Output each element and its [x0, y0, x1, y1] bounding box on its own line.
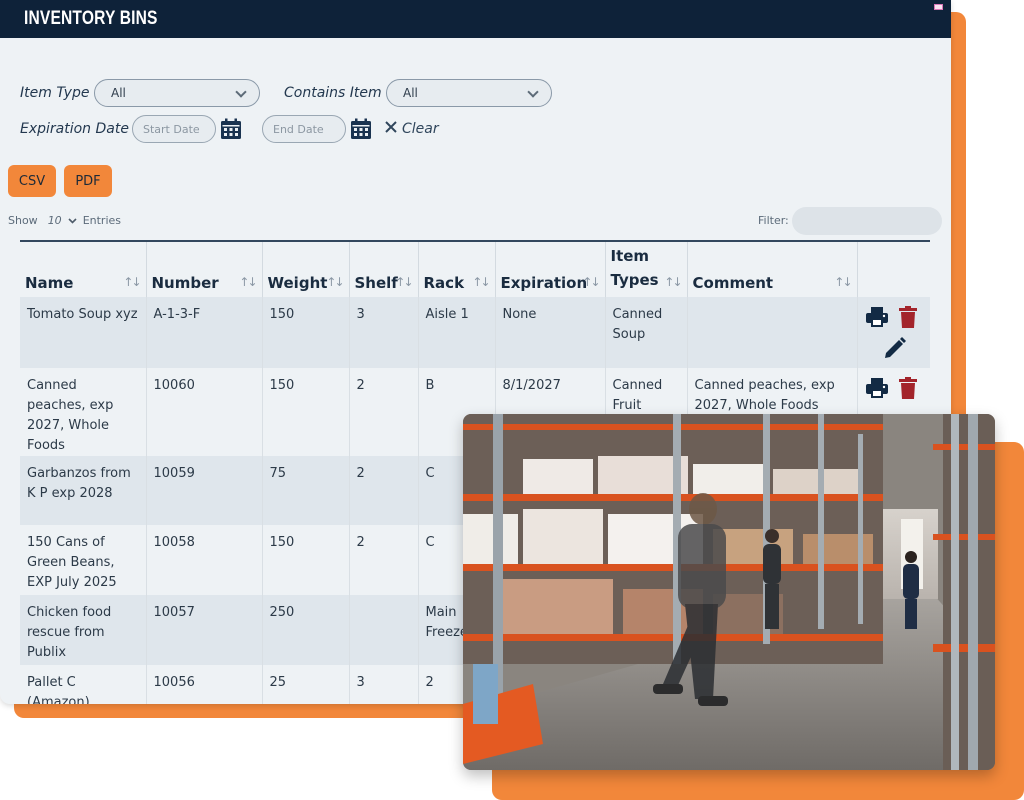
column-header-name[interactable]: Name ↑↓ — [20, 242, 147, 297]
column-header-number[interactable]: Number ↑↓ — [146, 242, 263, 297]
sort-icon: ↑↓ — [123, 275, 141, 289]
sort-icon: ↑↓ — [834, 275, 852, 289]
sort-icon: ↑↓ — [326, 275, 344, 289]
sort-icon: ↑↓ — [472, 275, 490, 289]
end-date-input[interactable]: End Date — [262, 115, 346, 143]
trash-icon[interactable] — [898, 306, 917, 335]
item-type-value: All — [111, 86, 126, 100]
sort-icon: ↑↓ — [239, 275, 257, 289]
clear-button[interactable]: Clear — [384, 120, 439, 138]
warehouse-photo — [463, 414, 995, 770]
cell-weight: 150 — [262, 368, 350, 456]
column-header-expiration[interactable]: Expiration ↑↓ — [495, 242, 606, 297]
cell-shelf: 2 — [349, 456, 419, 525]
csv-button[interactable]: CSV — [8, 165, 56, 197]
contains-item-value: All — [403, 86, 418, 100]
window-title: INVENTORY BINS — [24, 8, 158, 29]
cell-shelf: 3 — [349, 297, 419, 368]
chevron-down-icon — [527, 86, 539, 98]
cell-name: Pallet C (Amazon) — [20, 665, 147, 704]
column-header-actions — [857, 242, 930, 297]
column-header-rack[interactable]: Rack ↑↓ — [418, 242, 496, 297]
stage: INVENTORY BINS Item Type All Contains It… — [0, 0, 1024, 800]
cell-name: Garbanzos from K P exp 2028 — [20, 456, 147, 525]
calendar-icon[interactable] — [220, 118, 242, 140]
trash-icon[interactable] — [898, 377, 917, 406]
sort-icon: ↑↓ — [395, 275, 413, 289]
table-header-row: Name ↑↓ Number ↑↓ Weight ↑↓ Shelf ↑↓ Rack ↑↓ … — [20, 242, 930, 297]
cell-shelf: 3 — [349, 665, 419, 704]
cell-name: Chicken food rescue from Publix — [20, 595, 147, 665]
item-type-select[interactable]: All — [94, 79, 260, 107]
cell-rack: Aisle 1 — [418, 297, 496, 368]
start-date-input[interactable]: Start Date — [132, 115, 216, 143]
start-date-placeholder: Start Date — [143, 122, 200, 136]
cell-name: Tomato Soup xyz — [20, 297, 147, 368]
column-header-shelf[interactable]: Shelf ↑↓ — [349, 242, 419, 297]
cell-comment — [687, 297, 858, 368]
minimize-icon[interactable] — [934, 4, 943, 10]
chevron-down-icon[interactable] — [68, 214, 77, 227]
cell-weight: 150 — [262, 297, 350, 368]
pdf-button[interactable]: PDF — [64, 165, 112, 197]
cell-number: 10056 — [146, 665, 263, 704]
cell-number: 10059 — [146, 456, 263, 525]
title-bar: INVENTORY BINS — [0, 0, 951, 38]
cell-weight: 25 — [262, 665, 350, 704]
cell-name: 150 Cans of Green Beans, EXP July 2025 — [20, 525, 147, 595]
cell-shelf — [349, 595, 419, 665]
close-icon — [384, 120, 398, 138]
cell-weight: 75 — [262, 456, 350, 525]
print-icon[interactable] — [865, 378, 888, 405]
cell-number: 10057 — [146, 595, 263, 665]
cell-shelf: 2 — [349, 525, 419, 595]
entries-selector: Show 10 Entries — [8, 214, 121, 227]
cell-name: Canned peaches, exp 2027, Whole Foods — [20, 368, 147, 456]
row-actions — [857, 297, 930, 368]
pencil-icon[interactable] — [884, 337, 906, 366]
cell-number: 10060 — [146, 368, 263, 456]
end-date-placeholder: End Date — [273, 122, 324, 136]
cell-weight: 250 — [262, 595, 350, 665]
print-icon[interactable] — [865, 307, 888, 334]
sort-icon: ↑↓ — [582, 275, 600, 289]
clear-label: Clear — [402, 121, 439, 137]
column-header-item-types[interactable]: Item Types ↑↓ — [605, 242, 688, 297]
filter-input[interactable] — [792, 207, 942, 235]
cell-item-types: Canned Soup — [605, 297, 688, 368]
entries-count-select[interactable]: 10 — [48, 214, 62, 227]
cell-weight: 150 — [262, 525, 350, 595]
cell-number: 10058 — [146, 525, 263, 595]
sort-icon: ↑↓ — [664, 275, 682, 289]
entries-label: Entries — [82, 214, 121, 227]
chevron-down-icon — [235, 86, 247, 98]
column-header-comment[interactable]: Comment ↑↓ — [687, 242, 858, 297]
cell-number: A-1-3-F — [146, 297, 263, 368]
contains-item-label: Contains Item — [284, 85, 382, 101]
contains-item-select[interactable]: All — [386, 79, 552, 107]
cell-shelf: 2 — [349, 368, 419, 456]
filter-label: Filter: — [758, 214, 789, 227]
item-type-label: Item Type — [20, 85, 90, 101]
cell-expiration: None — [495, 297, 606, 368]
calendar-icon[interactable] — [350, 118, 372, 140]
show-label: Show — [8, 214, 38, 227]
column-header-weight[interactable]: Weight ↑↓ — [262, 242, 350, 297]
table-row: Tomato Soup xyz A-1-3-F 150 3 Aisle 1 No… — [20, 297, 930, 368]
expiration-date-label: Expiration Date — [20, 121, 129, 137]
filter-panel: Item Type All Contains Item All Expirati… — [20, 78, 552, 150]
